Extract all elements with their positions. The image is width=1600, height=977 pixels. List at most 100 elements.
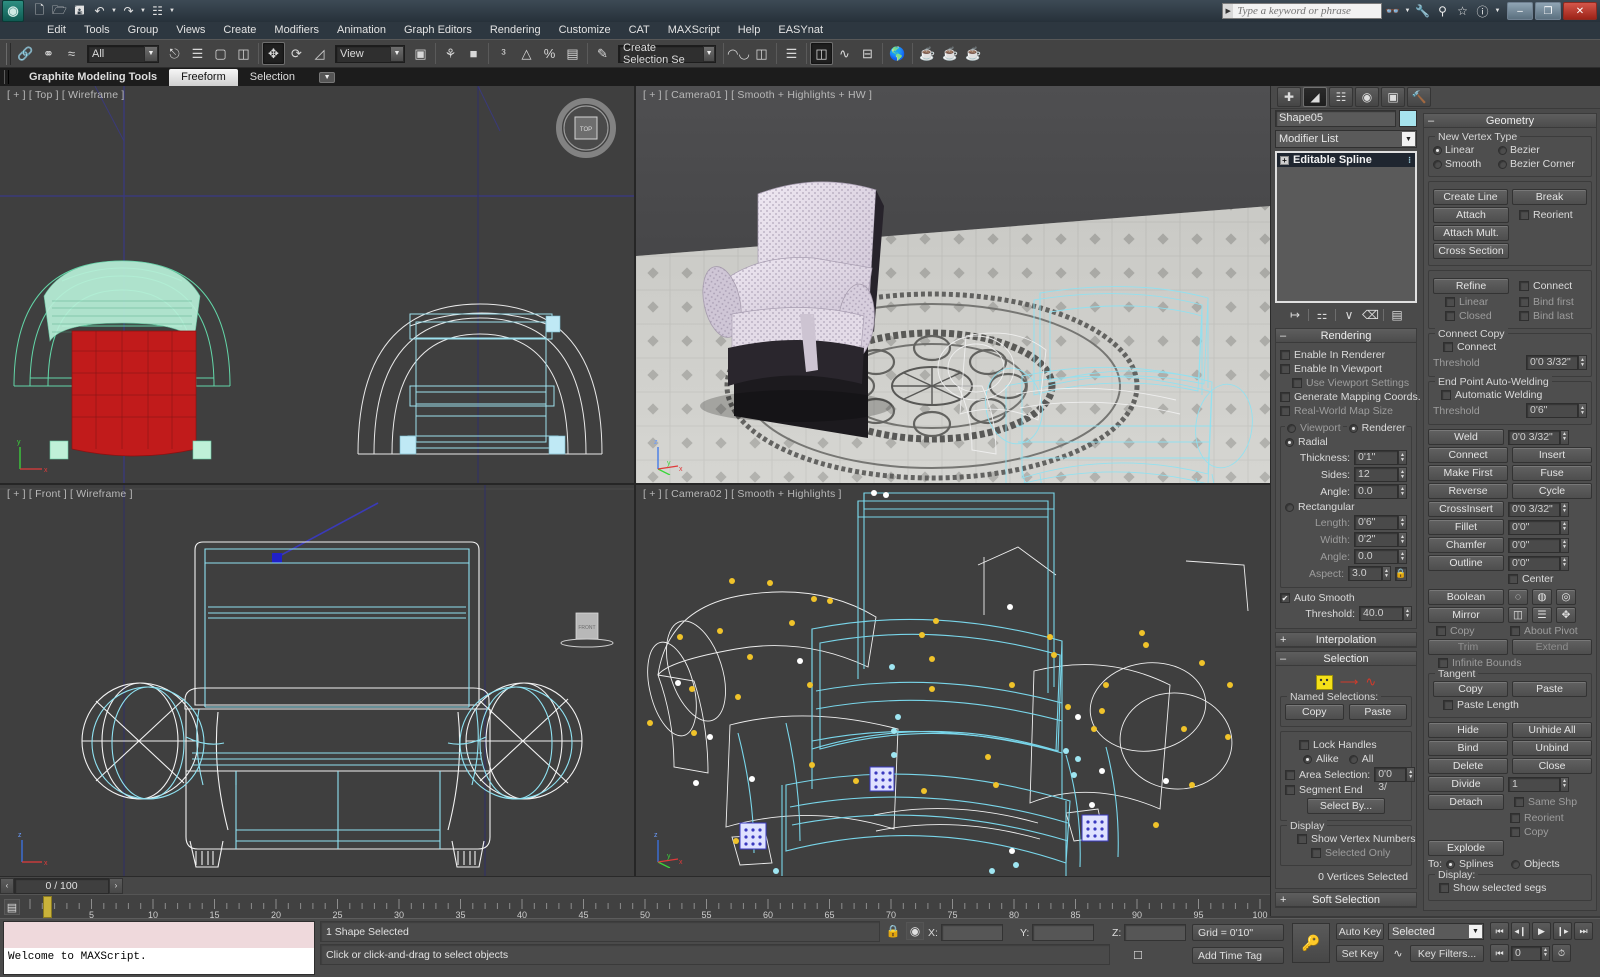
chevron-down-icon[interactable]: ▼ — [319, 71, 336, 83]
auto-weld-threshold-spinner[interactable]: 0'6" ▲ ▼ — [1526, 403, 1587, 418]
named-selection-set-dropdown[interactable]: Create Selection Se ▼ — [618, 42, 716, 66]
show-vertex-numbers-row[interactable]: Show Vertex Numbers — [1285, 833, 1415, 845]
spinner-arrows-icon[interactable]: ▲ ▼ — [1560, 555, 1569, 571]
spinner-arrows-icon[interactable]: ▲ ▼ — [1398, 532, 1407, 547]
key-filter-level-dropdown[interactable]: Selected ▼ — [1388, 923, 1484, 940]
favorites-star-icon[interactable]: ☆ — [1454, 4, 1471, 18]
reference-coordinate-dropdown[interactable]: View ▼ — [335, 44, 405, 63]
use-viewport-settings-checkbox[interactable] — [1292, 378, 1302, 388]
delete-button[interactable]: Delete — [1428, 758, 1508, 774]
display-tab-icon[interactable]: ▣ — [1381, 87, 1405, 107]
open-file-icon[interactable]: 🗁 — [50, 2, 69, 21]
modify-tab-icon[interactable]: ◢ — [1303, 87, 1327, 107]
prev-frame-icon[interactable]: ◂❙ — [1511, 922, 1530, 940]
play-animation-icon[interactable]: ▶ — [1532, 922, 1551, 940]
divide-button[interactable]: Divide — [1428, 776, 1504, 792]
expand-icon[interactable]: + — [1280, 155, 1289, 165]
boolean-button[interactable]: Boolean — [1428, 589, 1504, 605]
time-ruler[interactable]: 5 10 15 20 25 30 35 40 45 50 55 60 65 70 75 80 85 90 95 100 — [26, 895, 1270, 919]
angle-spinner[interactable]: 0.0 ▲ ▼ — [1354, 484, 1407, 499]
frame-number-value[interactable]: 0 — [1511, 945, 1541, 961]
viewport-front[interactable]: [ + ] [ Front ] [ Wireframe ] FRONT z x — [0, 485, 634, 876]
go-to-start-icon[interactable]: ⏮ — [1490, 922, 1509, 940]
edit-named-selection-icon[interactable]: ✎ — [591, 42, 614, 65]
connect-copy-connect-row[interactable]: Connect — [1433, 341, 1587, 353]
outline-value[interactable]: 0'0" — [1508, 555, 1560, 571]
menu-item-animation[interactable]: Animation — [328, 22, 395, 39]
collapse-icon[interactable]: – — [1280, 330, 1286, 342]
detach-copy-checkbox[interactable] — [1510, 827, 1520, 837]
curve-editor-icon[interactable]: ∿ — [833, 42, 856, 65]
reverse-button[interactable]: Reverse — [1428, 483, 1508, 499]
smooth-radio[interactable] — [1433, 159, 1442, 169]
viewport-label-top[interactable]: [ + ] [ Top ] [ Wireframe ] — [7, 89, 125, 101]
named-selection-paste-button[interactable]: Paste — [1348, 704, 1407, 720]
crossinsert-spinner[interactable]: 0'0 3/32" ▲ ▼ — [1508, 501, 1569, 517]
refine-connect-checkbox[interactable] — [1519, 281, 1529, 291]
select-link-icon[interactable]: 🔗 — [14, 42, 37, 65]
window-crossing-icon[interactable]: ◫ — [232, 42, 255, 65]
rollout-header-rendering[interactable]: – Rendering — [1276, 329, 1416, 343]
spinner-arrows-icon[interactable]: ▲ ▼ — [1403, 606, 1412, 621]
menu-item-views[interactable]: Views — [167, 22, 214, 39]
object-name-field[interactable]: Shape05 — [1275, 110, 1396, 127]
help-dropdown-icon[interactable]: ▼ — [1494, 8, 1501, 14]
cross-section-button[interactable]: Cross Section — [1433, 243, 1509, 259]
max-logo-icon[interactable]: ◉ — [2, 0, 24, 22]
refine-button[interactable]: Refine — [1433, 278, 1509, 294]
objects-radio[interactable] — [1511, 859, 1521, 869]
aspect-lock-icon[interactable]: 🔒 — [1395, 566, 1407, 581]
spinner-arrows-icon[interactable]: ▲ ▼ — [1382, 566, 1391, 581]
save-file-icon[interactable]: 🖪 — [70, 2, 89, 21]
binoculars-icon[interactable]: 👓 — [1384, 4, 1401, 18]
enable-in-viewport-row[interactable]: Enable In Viewport — [1280, 363, 1412, 375]
show-selected-segs-row[interactable]: Show selected segs — [1433, 882, 1587, 894]
spinner-snap-icon[interactable]: ▤ — [561, 42, 584, 65]
prev-frame-button[interactable]: ‹ — [0, 877, 14, 894]
radial-radio[interactable] — [1285, 437, 1294, 447]
fillet-spinner[interactable]: 0'0" ▲ ▼ — [1508, 519, 1569, 535]
tangent-paste-button[interactable]: Paste — [1512, 681, 1587, 697]
mirror-copy-checkbox[interactable] — [1436, 626, 1446, 636]
splines-radio[interactable] — [1446, 859, 1456, 869]
chevron-down-icon[interactable]: ▼ — [390, 45, 404, 62]
alike-radio[interactable] — [1303, 754, 1312, 764]
utilities-tab-icon[interactable]: 🔨 — [1407, 87, 1431, 107]
center-row[interactable]: Center — [1428, 573, 1592, 585]
connect-copy-threshold-spinner[interactable]: 0'0 3/32" ▲ ▼ — [1526, 355, 1587, 370]
length-spinner[interactable]: 0'6" ▲ ▼ — [1354, 515, 1407, 530]
unhide-all-button[interactable]: Unhide All — [1512, 722, 1592, 738]
divide-spinner[interactable]: 1 ▲ ▼ — [1508, 776, 1569, 792]
attach-button[interactable]: Attach — [1433, 207, 1509, 223]
extend-button[interactable]: Extend — [1512, 639, 1592, 655]
percent-snap-icon[interactable]: % — [538, 42, 561, 65]
spinner-arrows-icon[interactable]: ▲ ▼ — [1398, 549, 1407, 564]
outline-spinner[interactable]: 0'0" ▲ ▼ — [1508, 555, 1569, 571]
outline-button[interactable]: Outline — [1428, 555, 1504, 571]
tangent-copy-button[interactable]: Copy — [1433, 681, 1508, 697]
named-selection-copy-button[interactable]: Copy — [1285, 704, 1344, 720]
current-frame-display[interactable]: 0 / 100 — [14, 877, 109, 894]
search-box[interactable]: ▶ — [1222, 3, 1382, 19]
ribbon-tab-selection[interactable]: Selection — [238, 69, 307, 86]
union-icon[interactable]: ◌ — [1508, 589, 1528, 605]
generate-mapping-coords-row[interactable]: Generate Mapping Coords. — [1280, 391, 1421, 403]
crossinsert-value[interactable]: 0'0 3/32" — [1508, 501, 1560, 517]
explode-button[interactable]: Explode — [1428, 840, 1504, 856]
collapse-icon[interactable]: – — [1428, 115, 1434, 127]
menu-item-customize[interactable]: Customize — [550, 22, 620, 39]
chevron-down-icon[interactable]: ▼ — [144, 45, 158, 62]
generate-mapping-coords-checkbox[interactable] — [1280, 392, 1290, 402]
linear-radio[interactable] — [1433, 145, 1442, 155]
menu-item-group[interactable]: Group — [119, 22, 168, 39]
thickness-value[interactable]: 0'1" — [1354, 450, 1398, 465]
menu-item-help[interactable]: Help — [729, 22, 770, 39]
paste-length-checkbox[interactable] — [1443, 700, 1453, 710]
next-frame-button[interactable]: › — [109, 877, 123, 894]
infinite-bounds-checkbox[interactable] — [1438, 658, 1448, 668]
z-coord-field[interactable] — [1124, 924, 1187, 941]
selection-filter-dropdown[interactable]: All ▼ — [87, 44, 159, 63]
modifier-list-dropdown[interactable]: Modifier List ▼ — [1275, 130, 1417, 148]
trim-button[interactable]: Trim — [1428, 639, 1508, 655]
menu-item-modifiers[interactable]: Modifiers — [265, 22, 328, 39]
